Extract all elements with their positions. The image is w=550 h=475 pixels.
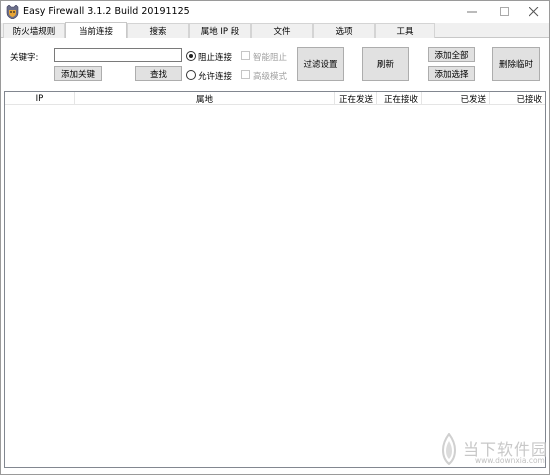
add-keyword-button[interactable]: 添加关键 — [54, 66, 102, 81]
tab-bar: 防火墙规则 当前连接 搜索 属地 IP 段 文件 选项 工具 — [1, 22, 549, 39]
close-button[interactable] — [519, 1, 549, 23]
add-all-button[interactable]: 添加全部 — [428, 47, 475, 62]
block-connection-label: 阻止连接 — [198, 53, 233, 63]
delete-temp-button[interactable]: 删除临时 — [492, 47, 540, 81]
maximize-icon — [500, 7, 509, 16]
tab-current-connections[interactable]: 当前连接 — [65, 22, 127, 39]
maximize-button[interactable] — [490, 1, 520, 23]
advanced-mode-label: 高级模式 — [253, 72, 288, 82]
connections-list[interactable]: IP 属地 正在发送 正在接收 已发送 已接收 — [4, 91, 546, 468]
tab-search[interactable]: 搜索 — [127, 23, 189, 38]
find-button[interactable]: 查找 — [135, 66, 182, 81]
block-connection-radio[interactable] — [186, 51, 196, 61]
allow-connection-label: 允许连接 — [198, 72, 233, 82]
allow-connection-radio[interactable] — [186, 70, 196, 80]
keyword-input[interactable] — [54, 48, 182, 62]
app-window: Easy Firewall 3.1.2 Build 20191125 防火墙规则… — [0, 0, 550, 475]
add-selected-button[interactable]: 添加选择 — [428, 66, 475, 81]
title-bar: Easy Firewall 3.1.2 Build 20191125 — [1, 1, 549, 23]
tab-tools[interactable]: 工具 — [375, 23, 435, 38]
column-header-receiving[interactable]: 正在接收 — [377, 92, 422, 105]
filter-settings-button[interactable]: 过滤设置 — [297, 47, 344, 81]
smart-block-checkbox[interactable] — [241, 51, 250, 60]
tab-file[interactable]: 文件 — [251, 23, 313, 38]
current-connections-panel: 关键字: 添加关键 查找 阻止连接 允许连接 智能阻止 高级模式 过滤设置 刷新… — [1, 38, 549, 474]
close-icon — [529, 7, 539, 17]
smart-block-label: 智能阻止 — [253, 53, 288, 63]
column-header-ip[interactable]: IP — [5, 92, 75, 105]
downxia-logo-icon — [441, 433, 457, 465]
tab-firewall-rules[interactable]: 防火墙规则 — [3, 23, 65, 38]
tab-location-ip[interactable]: 属地 IP 段 — [189, 23, 251, 38]
column-header-sending[interactable]: 正在发送 — [335, 92, 377, 105]
refresh-button[interactable]: 刷新 — [362, 47, 409, 81]
list-header: IP 属地 正在发送 正在接收 已发送 已接收 — [5, 92, 545, 105]
watermark: 当下软件园 www.downxia.com — [433, 433, 549, 473]
column-header-sent[interactable]: 已发送 — [422, 92, 490, 105]
tab-options[interactable]: 选项 — [313, 23, 375, 38]
window-title: Easy Firewall 3.1.2 Build 20191125 — [23, 6, 190, 17]
column-header-location[interactable]: 属地 — [75, 92, 335, 105]
column-header-received[interactable]: 已接收 — [490, 92, 545, 105]
advanced-mode-checkbox[interactable] — [241, 70, 250, 79]
keyword-label: 关键字: — [10, 53, 39, 63]
minimize-button[interactable] — [457, 1, 487, 23]
firewall-app-icon — [6, 5, 19, 19]
minimize-icon — [467, 11, 477, 13]
watermark-url: www.downxia.com — [475, 456, 545, 465]
